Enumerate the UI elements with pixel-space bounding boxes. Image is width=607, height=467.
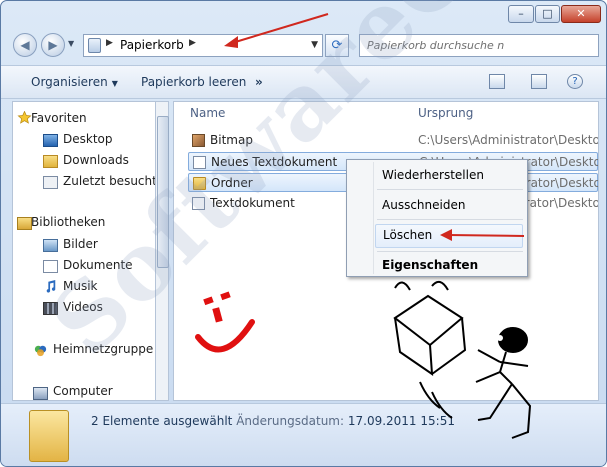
status-text: 2 Elemente ausgewählt Änderungsdatum: 17…: [91, 414, 455, 428]
file-name: Bitmap: [210, 133, 253, 147]
sidebar-homegroup[interactable]: Heimnetzgruppe: [53, 342, 153, 356]
explorer-window: – □ ✕ ◀ ▶ ▼ ▶ Papierkorb ▶ ▼ ⟳ Papierkor…: [0, 0, 607, 467]
date-label: Änderungsdatum:: [236, 414, 345, 428]
bitmap-icon: [192, 134, 205, 147]
text-document-icon: [193, 156, 206, 169]
recent-places-icon: [43, 176, 58, 189]
menu-item-delete[interactable]: Löschen: [375, 224, 523, 248]
file-name: Neues Textdokument: [211, 155, 338, 169]
sidebar-item-recent[interactable]: Zuletzt besucht: [63, 174, 157, 188]
help-icon[interactable]: ?: [567, 74, 583, 89]
sidebar-item-music[interactable]: Musik: [63, 279, 98, 293]
organize-label: Organisieren: [31, 75, 108, 89]
maximize-button[interactable]: □: [535, 5, 560, 23]
forward-button[interactable]: ▶: [41, 33, 65, 57]
address-bar[interactable]: ▶ Papierkorb ▶ ▼: [83, 34, 323, 57]
menu-separator: [377, 251, 523, 252]
pictures-icon: [43, 239, 58, 252]
organize-button[interactable]: Organisieren ▼: [31, 75, 118, 89]
preview-pane-icon[interactable]: [531, 74, 547, 89]
date-value: 17.09.2011 15:51: [347, 414, 455, 428]
sidebar-scrollbar[interactable]: [155, 101, 169, 401]
sidebar-libraries[interactable]: Bibliotheken: [31, 215, 105, 229]
refresh-button[interactable]: ⟳: [325, 34, 349, 57]
sidebar-item-desktop[interactable]: Desktop: [63, 132, 113, 146]
column-header-name[interactable]: Name: [190, 106, 225, 120]
close-button[interactable]: ✕: [561, 5, 601, 23]
chevron-down-icon: ▼: [111, 79, 118, 88]
recent-pages-dropdown[interactable]: ▼: [68, 39, 74, 48]
downloads-icon: [43, 155, 58, 168]
file-name: Ordner: [211, 176, 253, 190]
menu-gutter: [373, 162, 374, 274]
empty-recycle-bin-button[interactable]: Papierkorb leeren: [141, 75, 246, 89]
more-commands-button[interactable]: »: [255, 75, 263, 89]
desktop-icon: [43, 134, 58, 147]
videos-icon: [43, 302, 58, 315]
minimize-button[interactable]: –: [508, 5, 534, 23]
navigation-pane: Favoriten Desktop Downloads Zuletzt besu…: [12, 101, 157, 401]
file-name: Textdokument: [210, 196, 295, 210]
search-input[interactable]: Papierkorb durchsuche n: [359, 34, 599, 57]
sidebar-item-downloads[interactable]: Downloads: [63, 153, 129, 167]
star-icon: [17, 111, 32, 124]
title-bar: – □ ✕: [1, 1, 606, 27]
menu-item-properties[interactable]: Eigenschaften: [382, 258, 478, 272]
music-icon: [46, 280, 56, 293]
menu-separator: [377, 219, 523, 220]
libraries-icon: [17, 217, 32, 230]
folder-icon: [29, 410, 69, 462]
breadcrumb-recycle-bin[interactable]: Papierkorb: [120, 38, 184, 52]
text-document-icon: [192, 197, 205, 210]
documents-icon: [43, 260, 58, 273]
sidebar-item-pictures[interactable]: Bilder: [63, 237, 98, 251]
sidebar-computer[interactable]: Computer: [53, 384, 113, 398]
menu-item-cut[interactable]: Ausschneiden: [382, 198, 465, 212]
command-bar: Organisieren ▼ Papierkorb leeren » ?: [1, 65, 606, 99]
view-options-icon[interactable]: [489, 74, 505, 89]
folder-icon: [193, 177, 206, 190]
back-button[interactable]: ◀: [13, 33, 37, 57]
recycle-bin-icon: [88, 38, 101, 53]
selection-count: 2 Elemente ausgewählt: [91, 414, 233, 428]
navigation-bar: ◀ ▶ ▼ ▶ Papierkorb ▶ ▼ ⟳ Papierkorb durc…: [1, 31, 606, 61]
breadcrumb-separator[interactable]: ▶: [106, 38, 113, 48]
scrollbar-thumb[interactable]: [157, 116, 169, 268]
breadcrumb-separator[interactable]: ▶: [189, 38, 196, 48]
sidebar-favorites[interactable]: Favoriten: [31, 111, 87, 125]
sidebar-item-documents[interactable]: Dokumente: [63, 258, 133, 272]
details-pane: 2 Elemente ausgewählt Änderungsdatum: 17…: [1, 403, 606, 466]
sidebar-item-videos[interactable]: Videos: [63, 300, 103, 314]
context-menu: Wiederherstellen Ausschneiden Löschen Ei…: [346, 159, 528, 277]
column-header-origin[interactable]: Ursprung: [418, 106, 473, 120]
menu-separator: [377, 189, 523, 190]
file-row[interactable]: Bitmap C:\Users\Administrator\Desktop: [188, 131, 598, 150]
homegroup-icon: [34, 345, 47, 357]
file-origin: C:\Users\Administrator\Desktop: [418, 133, 599, 147]
menu-item-restore[interactable]: Wiederherstellen: [382, 168, 484, 182]
address-dropdown-icon[interactable]: ▼: [311, 40, 318, 50]
computer-icon: [33, 387, 48, 400]
